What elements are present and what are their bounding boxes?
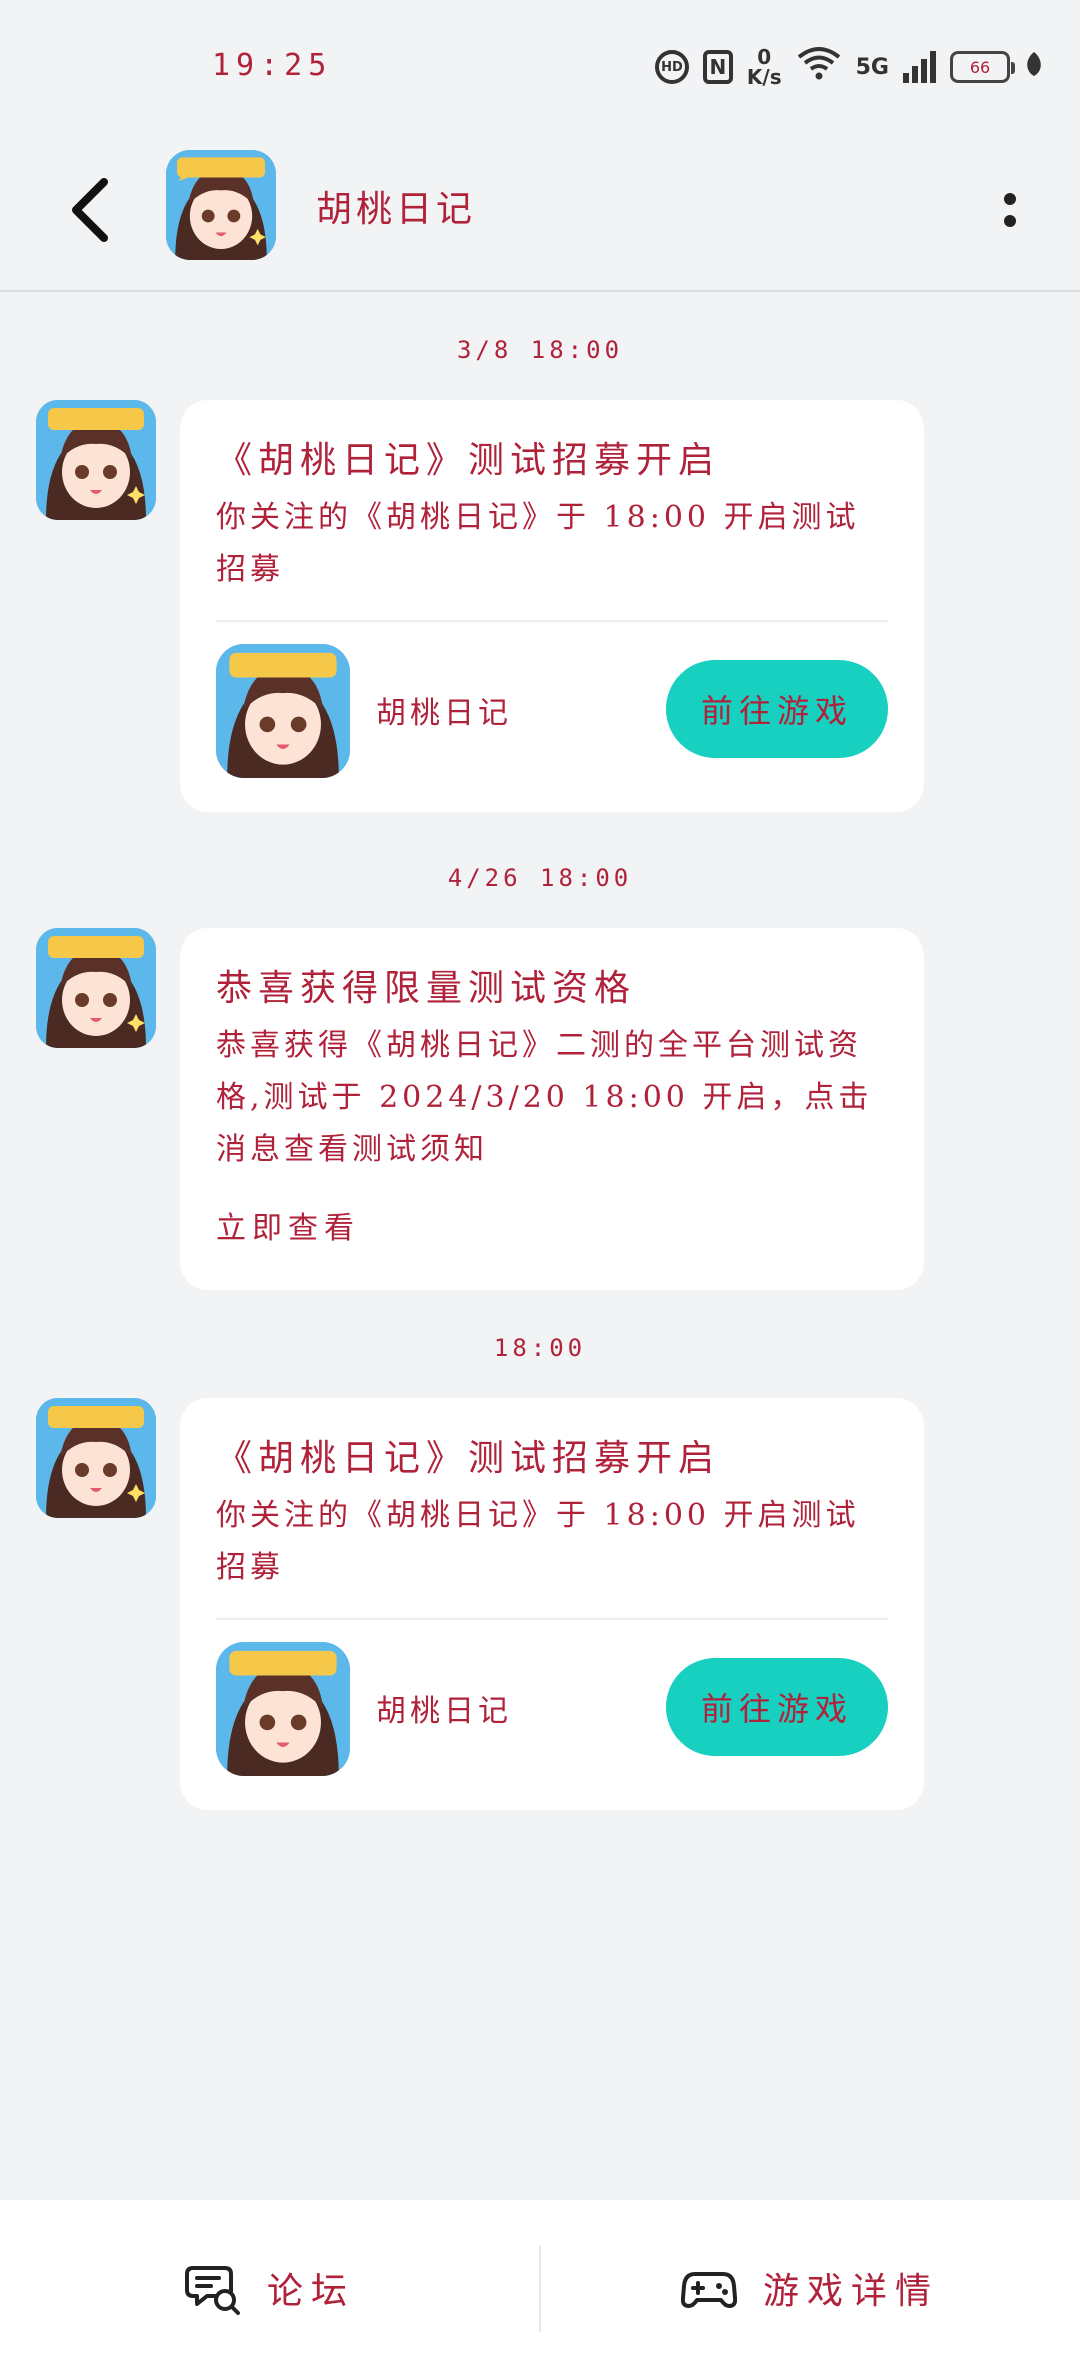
message-title: 恭喜获得限量测试资格: [216, 968, 637, 1009]
sender-avatar[interactable]: [36, 400, 156, 520]
gamepad-icon: [680, 2272, 737, 2308]
game-row: 胡桃日记 前往游戏: [216, 622, 888, 812]
message-timestamp: 18:00: [493, 1334, 587, 1362]
message-card[interactable]: 《胡桃日记》测试招募开启 你关注的《胡桃日记》于 18:00 开启测试招募 胡桃…: [180, 1398, 924, 1810]
more-dot-icon: [1004, 193, 1016, 205]
network-speed: 0 K/s: [747, 47, 782, 87]
eco-leaf-icon: [1024, 50, 1044, 85]
forum-tab[interactable]: 论坛: [0, 2200, 540, 2376]
more-dot-icon: [1004, 215, 1016, 227]
message-title: 《胡桃日记》测试招募开启: [216, 1438, 721, 1479]
sender-avatar[interactable]: [36, 928, 156, 1048]
message-title: 《胡桃日记》测试招募开启: [216, 440, 721, 481]
message-body: 你关注的《胡桃日记》于 18:00 开启测试招募: [216, 500, 860, 587]
nfc-icon: N: [702, 50, 733, 84]
game-icon-art: [216, 644, 350, 778]
game-icon-art: [216, 1642, 350, 1776]
more-options-button[interactable]: [980, 175, 1040, 245]
status-icons: HD N 0 K/s 5G 66: [654, 44, 1044, 90]
go-to-game-button[interactable]: 前往游戏: [666, 660, 888, 758]
game-row: 胡桃日记 前往游戏: [216, 1620, 888, 1810]
network-speed-unit: K/s: [746, 65, 782, 89]
game-avatar[interactable]: [166, 150, 276, 260]
status-bar: 19:25 HD N 0 K/s 5G 66: [0, 0, 1080, 130]
battery-level: 66: [969, 57, 991, 77]
message-card[interactable]: 《胡桃日记》测试招募开启 你关注的《胡桃日记》于 18:00 开启测试招募 胡桃…: [180, 400, 924, 812]
message-timestamp: 3/8 18:00: [456, 336, 624, 364]
sender-avatar[interactable]: [36, 1398, 156, 1518]
back-arrow-icon: [72, 178, 108, 242]
battery-icon: 66: [950, 51, 1015, 83]
bottom-nav: 论坛 游戏详情: [0, 2200, 1080, 2376]
game-icon[interactable]: [216, 644, 350, 778]
sender-avatar-art: [36, 400, 156, 520]
forum-chat-icon: [184, 2266, 240, 2315]
signal-bars-icon: [903, 51, 936, 83]
go-to-game-button[interactable]: 前往游戏: [666, 1658, 888, 1756]
game-detail-tab[interactable]: 游戏详情: [540, 2200, 1080, 2376]
sender-avatar-art: [36, 928, 156, 1048]
network-speed-value: 0: [757, 45, 772, 69]
sender-avatar-art: [36, 1398, 156, 1518]
chat-header: 胡桃日记: [0, 130, 1080, 292]
forum-label: 论坛: [266, 2271, 355, 2312]
wifi-icon: [796, 45, 842, 89]
game-icon[interactable]: [216, 1642, 350, 1776]
message-card[interactable]: 恭喜获得限量测试资格 恭喜获得《胡桃日记》二测的全平台测试资格,测试于 2024…: [180, 928, 924, 1290]
game-name: 胡桃日记: [376, 1694, 512, 1729]
status-time: 19:25: [212, 48, 333, 83]
hd-call-icon: HD: [654, 50, 689, 84]
game-name: 胡桃日记: [376, 696, 512, 731]
network-type: 5G: [855, 54, 889, 80]
view-now-link[interactable]: 立即查看: [216, 1204, 888, 1254]
back-button[interactable]: [50, 170, 130, 250]
chat-title: 胡桃日记: [316, 189, 477, 230]
game-detail-label: 游戏详情: [762, 2271, 939, 2312]
message-timestamp: 4/26 18:00: [447, 864, 633, 892]
message-body: 恭喜获得《胡桃日记》二测的全平台测试资格,测试于 2024/3/20 18:00…: [216, 1028, 873, 1167]
game-avatar-art: [166, 150, 276, 260]
message-body: 你关注的《胡桃日记》于 18:00 开启测试招募: [216, 1498, 860, 1585]
